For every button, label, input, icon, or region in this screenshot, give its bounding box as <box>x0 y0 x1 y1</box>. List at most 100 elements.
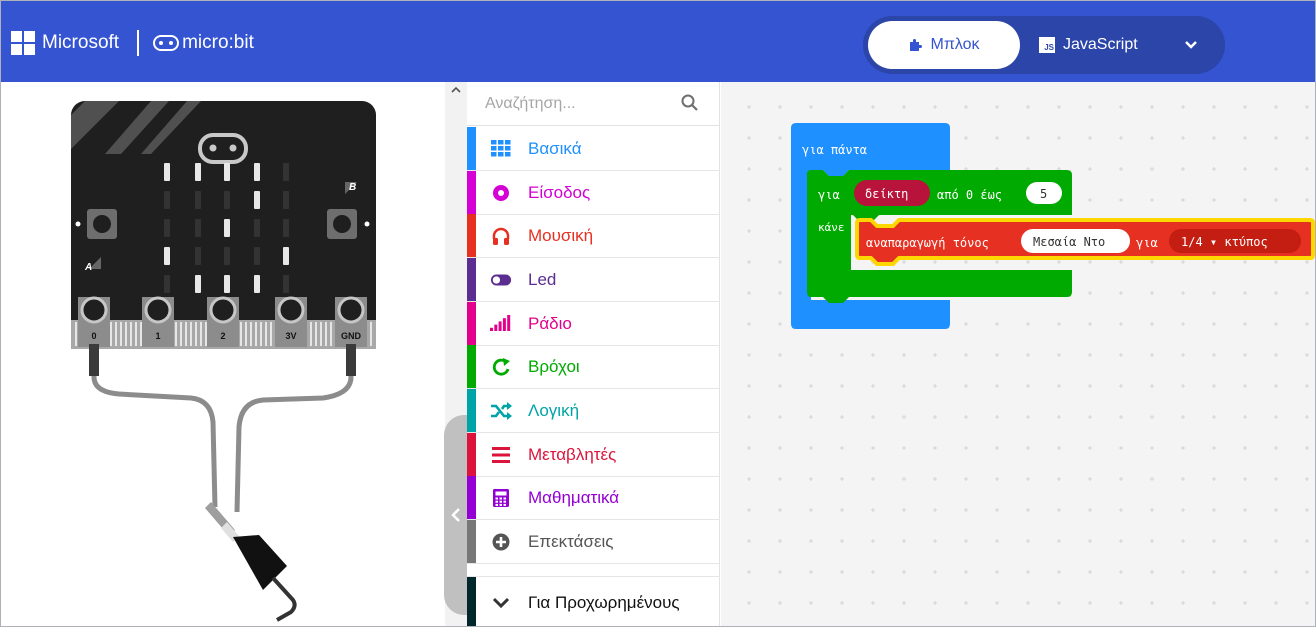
for-label: για <box>818 188 840 202</box>
button-a-label: A <box>84 262 92 273</box>
led <box>283 275 289 293</box>
loop-arrow-icon <box>490 357 512 377</box>
microbit-logo-icon <box>153 35 180 51</box>
range-label: από 0 έως <box>937 188 1002 202</box>
makecode-editor: Microsoft micro:bit Μπλοκ JS JavaScript <box>0 0 1316 627</box>
led <box>283 219 289 237</box>
top-bar: Microsoft micro:bit Μπλοκ JS JavaScript <box>1 1 1315 82</box>
category-color-stripe <box>467 389 476 432</box>
headphones-icon <box>490 226 512 246</box>
category-color-stripe <box>467 214 476 257</box>
microbit-label[interactable]: micro:bit <box>182 32 254 54</box>
pin-2[interactable]: 2 <box>207 296 239 347</box>
category-label: Βασικά <box>528 139 582 158</box>
pin-label: 0 <box>91 331 96 341</box>
grid-icon <box>490 139 512 159</box>
javascript-label: JavaScript <box>1063 36 1138 53</box>
category-color-stripe <box>467 520 476 563</box>
category-label: Βρόχοι <box>528 357 580 376</box>
led <box>164 275 170 293</box>
blocks-workspace[interactable]: για πάντα για δείκτη από 0 έως 5 κάνε αν… <box>721 82 1315 626</box>
led <box>283 191 289 209</box>
editor-dropdown-button[interactable] <box>1177 32 1205 58</box>
led <box>254 247 260 265</box>
pin-1[interactable]: 1 <box>142 296 174 347</box>
js-badge-icon: JS <box>1039 37 1055 53</box>
led <box>254 219 260 237</box>
category-label: Είσοδος <box>528 183 591 202</box>
plus-circle-icon <box>490 532 512 552</box>
led <box>224 247 230 265</box>
led <box>254 275 260 293</box>
range-end-value: 5 <box>1040 187 1047 201</box>
led <box>283 247 289 265</box>
category-color-stripe <box>467 345 476 388</box>
toolbox-category-9[interactable]: Επεκτάσεις <box>467 520 720 564</box>
pin-0[interactable]: 0 <box>78 296 110 347</box>
category-label: Επεκτάσεις <box>528 532 614 551</box>
toolbox-category-4[interactable]: Ράδιο <box>467 302 720 346</box>
blocks-button[interactable]: Μπλοκ <box>868 21 1020 69</box>
puzzle-piece-icon <box>910 39 923 51</box>
pin-3[interactable]: 3V <box>275 296 307 347</box>
led <box>224 163 230 181</box>
category-label: Λογική <box>528 401 580 420</box>
duration-label: για <box>1136 236 1158 250</box>
led <box>195 163 201 181</box>
pin-label: 2 <box>220 331 225 341</box>
scroll-up-icon[interactable] <box>449 83 463 97</box>
led <box>224 219 230 237</box>
toolbox-category-7[interactable]: Μεταβλητές <box>467 433 720 477</box>
chevron-down-icon <box>490 593 512 613</box>
toolbox-category-5[interactable]: Βρόχοι <box>467 345 720 389</box>
pin-label: 3V <box>285 331 296 341</box>
toolbox-category-6[interactable]: Λογική <box>467 389 720 433</box>
category-color-stripe <box>467 258 476 301</box>
led <box>164 247 170 265</box>
brand: Microsoft micro:bit <box>11 30 254 56</box>
collapse-simulator-button[interactable] <box>444 415 467 615</box>
input-dot-icon <box>490 183 512 203</box>
toolbox-category-10[interactable]: Για Προχωρημένους <box>467 576 720 626</box>
led <box>224 191 230 209</box>
category-label: Ράδιο <box>528 314 572 333</box>
led <box>164 191 170 209</box>
javascript-button[interactable]: JS JavaScript <box>1039 21 1164 69</box>
toolbox-category-2[interactable]: Μουσική <box>467 214 720 258</box>
category-color-stripe <box>467 302 476 345</box>
toolbox-search <box>467 82 720 126</box>
beat-value: 1/4 ▾ κτύπος <box>1181 235 1268 249</box>
category-color-stripe <box>467 171 476 214</box>
toolbox: Βασικά Είσοδος Μουσική Led Ράδιο Βρόχοι Λογική… <box>467 82 720 626</box>
toolbox-category-3[interactable]: Led <box>467 258 720 302</box>
led <box>195 275 201 293</box>
category-label: Για Προχωρημένους <box>528 593 680 612</box>
search-input[interactable] <box>485 92 665 116</box>
toolbox-category-1[interactable]: Είσοδος <box>467 171 720 215</box>
button-b-label: B <box>349 182 356 193</box>
led <box>254 163 260 181</box>
microbit-board[interactable]: A B 0 1 2 3V GND <box>1 82 446 627</box>
pin-label: 1 <box>155 331 160 341</box>
simulator-panel: A B 0 1 2 3V GND <box>1 82 446 627</box>
led <box>195 247 201 265</box>
shuffle-icon <box>490 401 512 421</box>
toolbox-category-8[interactable]: Μαθηματικά <box>467 476 720 520</box>
category-label: Μαθηματικά <box>528 488 620 507</box>
category-label: Μουσική <box>528 226 594 245</box>
play-tone-label: αναπαραγωγή τόνος <box>866 236 989 250</box>
category-color-stripe <box>467 127 476 170</box>
pin-4[interactable]: GND <box>335 296 367 347</box>
editor-toggle: Μπλοκ JS JavaScript <box>863 16 1225 74</box>
toolbox-category-0[interactable]: Βασικά <box>467 127 720 171</box>
blocks-canvas: για πάντα για δείκτη από 0 έως 5 κάνε αν… <box>791 123 1315 329</box>
search-icon[interactable] <box>680 93 700 113</box>
blocks-label: Μπλοκ <box>930 36 980 53</box>
brand-divider <box>137 30 140 56</box>
led <box>224 275 230 293</box>
signal-bars-icon <box>490 314 512 334</box>
calculator-icon <box>490 488 512 508</box>
category-color-stripe <box>467 577 476 626</box>
category-color-stripe <box>467 433 476 476</box>
category-label: Led <box>528 270 557 289</box>
